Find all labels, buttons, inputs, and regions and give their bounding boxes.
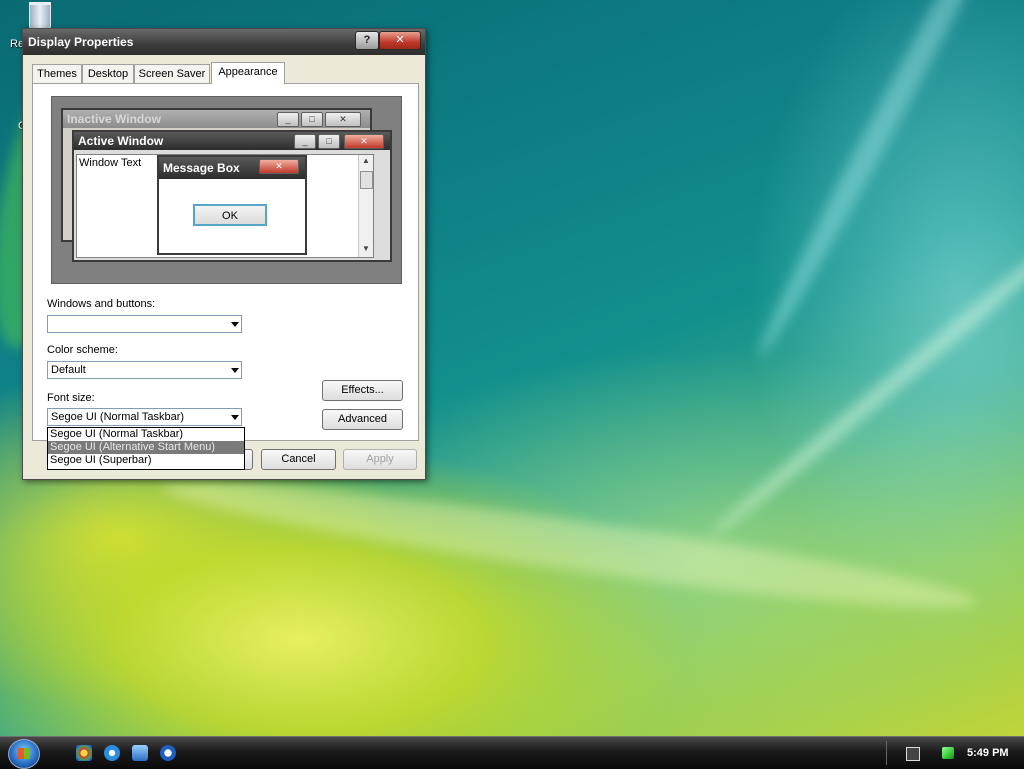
clock[interactable]: 5:49 PM xyxy=(967,747,1009,759)
tab-desktop[interactable]: Desktop xyxy=(82,64,134,83)
media-player-icon[interactable] xyxy=(160,745,176,761)
chevron-down-icon xyxy=(231,415,239,420)
window-text-area: Window Text ▲ ▼ Message Box ✕ OK xyxy=(76,154,374,258)
windows-buttons-select[interactable] xyxy=(47,315,242,333)
chevron-down-icon xyxy=(231,368,239,373)
font-size-option[interactable]: Segoe UI (Normal Taskbar) xyxy=(48,428,244,441)
close-icon: ✕ xyxy=(344,134,384,149)
inactive-window-title: Inactive Window xyxy=(63,110,370,128)
font-size-select[interactable]: Segoe UI (Normal Taskbar) xyxy=(47,408,242,426)
maximize-icon: □ xyxy=(318,134,340,149)
active-window-preview: Active Window _ □ ✕ Window Text ▲ ▼ Mess… xyxy=(72,130,392,262)
preview-ok-button: OK xyxy=(193,204,267,226)
close-icon: ✕ xyxy=(259,159,299,174)
color-scheme-select[interactable]: Default xyxy=(47,361,242,379)
apply-button[interactable]: Apply xyxy=(343,449,417,470)
chevron-down-icon xyxy=(231,322,239,327)
appearance-preview: Inactive Window _ □ ✕ Active Window _ □ … xyxy=(51,96,402,284)
font-size-option[interactable]: Segoe UI (Superbar) xyxy=(48,454,244,467)
desktop-streak xyxy=(705,194,1024,544)
tab-appearance[interactable]: Appearance xyxy=(211,62,285,84)
close-icon: ✕ xyxy=(325,112,361,127)
taskbar: 5:49 PM xyxy=(0,736,1024,769)
help-button[interactable]: ? xyxy=(355,31,379,50)
windows-logo-icon xyxy=(18,748,30,759)
maximize-icon: □ xyxy=(301,112,323,127)
windows-buttons-label: Windows and buttons: xyxy=(47,298,156,310)
font-size-value: Segoe UI (Normal Taskbar) xyxy=(51,411,185,423)
font-size-option[interactable]: Segoe UI (Alternative Start Menu) xyxy=(48,441,244,454)
internet-explorer-icon[interactable] xyxy=(104,745,120,761)
tab-themes[interactable]: Themes xyxy=(32,64,82,83)
font-size-dropdown-list: Segoe UI (Normal Taskbar) Segoe UI (Alte… xyxy=(47,427,245,470)
start-button[interactable] xyxy=(8,739,40,769)
font-size-label: Font size: xyxy=(47,392,95,404)
desktop-streak xyxy=(747,0,1024,364)
color-scheme-label: Color scheme: xyxy=(47,344,118,356)
keyboard-icon[interactable] xyxy=(906,747,920,761)
scroll-thumb xyxy=(360,171,373,189)
color-scheme-value: Default xyxy=(51,364,86,376)
message-box-preview: Message Box ✕ OK xyxy=(157,155,307,255)
dialog-titlebar[interactable]: Display Properties ? ✕ xyxy=(23,29,425,55)
tray-separator xyxy=(886,741,887,765)
minimize-icon: _ xyxy=(277,112,299,127)
close-button[interactable]: ✕ xyxy=(379,31,421,50)
chrome-icon[interactable] xyxy=(76,745,92,761)
network-icon[interactable] xyxy=(942,747,954,759)
display-properties-dialog: Display Properties ? ✕ Themes Desktop Sc… xyxy=(22,28,426,480)
dialog-title: Display Properties xyxy=(28,35,134,49)
explorer-icon[interactable] xyxy=(132,745,148,761)
scroll-up-icon: ▲ xyxy=(362,156,370,165)
effects-button[interactable]: Effects... xyxy=(322,380,403,401)
desktop-streak xyxy=(160,463,980,627)
window-text: Window Text xyxy=(79,157,142,169)
preview-scrollbar: ▲ ▼ xyxy=(358,155,373,257)
cancel-button[interactable]: Cancel xyxy=(261,449,336,470)
advanced-button[interactable]: Advanced xyxy=(322,409,403,430)
tab-screen-saver[interactable]: Screen Saver xyxy=(134,64,210,83)
scroll-down-icon: ▼ xyxy=(362,244,370,253)
minimize-icon: _ xyxy=(294,134,316,149)
active-window-title: Active Window xyxy=(74,132,390,150)
appearance-panel: Inactive Window _ □ ✕ Active Window _ □ … xyxy=(32,83,419,441)
